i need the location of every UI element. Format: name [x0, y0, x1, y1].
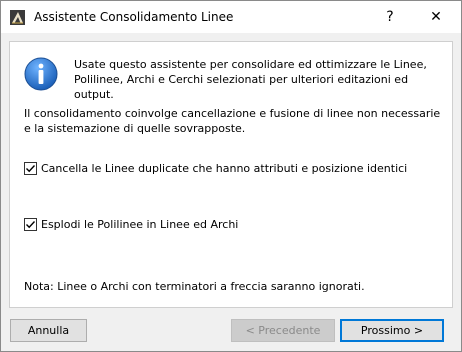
content-panel: Usate questo assistente per consolidare … [9, 41, 453, 308]
intro-text: Usate questo assistente per consolidare … [74, 58, 427, 101]
title-bar[interactable]: Assistente Consolidamento Linee ? ✕ [1, 1, 461, 33]
option-explode-polylines[interactable]: Esplodi le Polilinee in Linee ed Archi [24, 218, 238, 231]
previous-button[interactable]: < Precedente [231, 319, 335, 342]
close-button[interactable]: ✕ [413, 1, 459, 33]
note-text: Nota: Linee o Archi con terminatori a fr… [24, 280, 365, 293]
next-button[interactable]: Prossimo > [340, 319, 444, 342]
close-icon: ✕ [430, 9, 442, 25]
option-delete-duplicates[interactable]: Cancella le Linee duplicate che hanno at… [24, 162, 407, 175]
dialog-window: Assistente Consolidamento Linee ? ✕ Usat… [0, 0, 462, 352]
checkmark-icon [26, 165, 36, 173]
option-label: Esplodi le Polilinee in Linee ed Archi [41, 218, 239, 231]
help-button[interactable]: ? [367, 1, 413, 33]
cancel-button[interactable]: Annulla [10, 319, 87, 342]
help-icon: ? [386, 9, 394, 25]
checkbox-delete-duplicates[interactable] [24, 162, 37, 175]
window-title: Assistente Consolidamento Linee [34, 10, 234, 24]
checkbox-explode-polylines[interactable] [24, 218, 37, 231]
info-icon [24, 57, 58, 91]
option-label: Cancella le Linee duplicate che hanno at… [41, 162, 408, 175]
checkmark-icon [26, 221, 36, 229]
archicad-app-icon [10, 10, 25, 25]
description-text: Il consolidamento coinvolge cancellazion… [24, 107, 441, 135]
